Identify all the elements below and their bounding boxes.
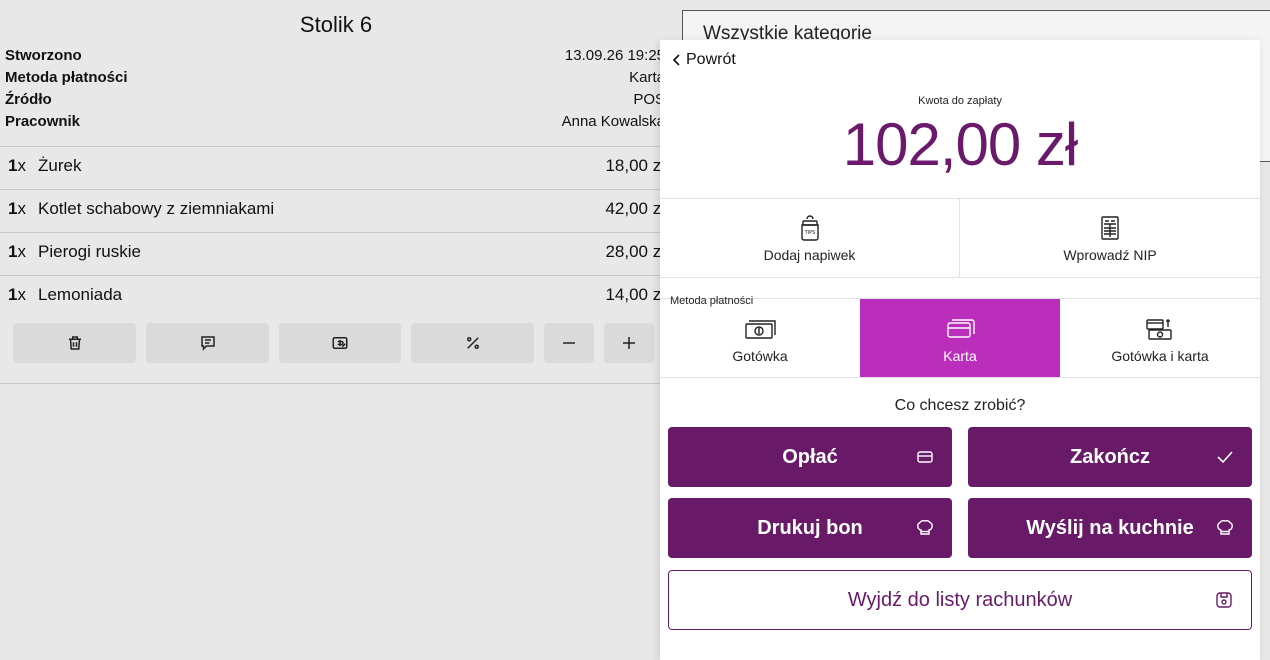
- meta-employee: Pracownik Anna Kowalska: [5, 113, 665, 135]
- add-tip-label: Dodaj napiwek: [763, 247, 856, 263]
- check-icon: [1217, 451, 1233, 464]
- payment-method-card[interactable]: Karta: [860, 299, 1060, 377]
- order-item[interactable]: 1x Pierogi ruskie 28,00 zł: [0, 233, 672, 276]
- pay-button[interactable]: Opłać: [668, 427, 952, 487]
- tips-jar-icon: TIPS: [800, 215, 819, 241]
- back-label: Powrót: [686, 51, 736, 68]
- voucher-item-button[interactable]: [279, 323, 401, 363]
- cash-and-card-icon: [1146, 319, 1172, 340]
- item-name: Pierogi ruskie: [38, 242, 141, 261]
- chef-hat-icon: [917, 519, 933, 535]
- item-quantity: 1x: [8, 156, 26, 175]
- finish-button[interactable]: Zakończ: [968, 427, 1252, 487]
- svg-text:TIPS: TIPS: [803, 230, 815, 236]
- plus-icon: [623, 337, 635, 349]
- card-icon: [917, 451, 933, 463]
- order-item[interactable]: 1x Kotlet schabowy z ziemniakami 42,00 z…: [0, 190, 672, 233]
- increase-quantity-button[interactable]: [604, 323, 654, 363]
- item-name: Żurek: [38, 156, 82, 175]
- minus-icon: [563, 342, 575, 344]
- comment-icon: [200, 336, 215, 351]
- send-to-kitchen-label: Wyślij na kuchnie: [1026, 516, 1194, 539]
- amount-value: 102,00 zł: [842, 111, 1079, 178]
- meta-source: Źródło POS: [5, 91, 665, 113]
- chef-hat-icon: [1217, 519, 1233, 535]
- amount-label: Kwota do zapłaty: [918, 95, 1002, 107]
- voucher-icon: [332, 337, 348, 349]
- divider: [660, 277, 1260, 278]
- divider: [660, 377, 1260, 378]
- enter-nip-label: Wprowadź NIP: [1063, 247, 1157, 263]
- divider: [660, 198, 1260, 199]
- cash-icon: [745, 320, 776, 339]
- order-item-selected[interactable]: 1x Lemoniada 14,00 zł: [0, 276, 672, 319]
- enter-nip-button[interactable]: Wprowadź NIP: [960, 200, 1260, 278]
- save-icon: [1216, 592, 1232, 608]
- send-to-kitchen-button[interactable]: Wyślij na kuchnie: [968, 498, 1252, 558]
- divider: [0, 383, 672, 384]
- percent-icon: [466, 337, 479, 349]
- discount-item-button[interactable]: [411, 323, 534, 363]
- item-price: 28,00 zł: [605, 242, 665, 261]
- chevron-left-icon: [672, 54, 680, 66]
- comment-item-button[interactable]: [146, 323, 269, 363]
- payment-method-cash-and-card[interactable]: Gotówka i karta: [1060, 299, 1260, 377]
- payment-method-label: Gotówka: [732, 348, 788, 364]
- item-name: Lemoniada: [38, 285, 123, 304]
- print-receipt-button[interactable]: Drukuj bon: [668, 498, 952, 558]
- meta-created: Stworzono 13.09.26 19:25: [5, 47, 665, 69]
- meta-value: 13.09.26 19:25: [564, 47, 665, 64]
- meta-label: Źródło: [5, 91, 52, 108]
- table-title: Stolik 6: [299, 12, 373, 37]
- meta-label: Pracownik: [5, 113, 81, 130]
- add-tip-button[interactable]: TIPS Dodaj napiwek: [660, 200, 959, 278]
- delete-item-button[interactable]: [13, 323, 136, 363]
- item-quantity: 1x: [8, 199, 26, 218]
- meta-payment-method: Metoda płatności Karta: [5, 69, 665, 91]
- item-name: Kotlet schabowy z ziemniakami: [38, 199, 275, 218]
- payment-method-label: Karta: [943, 348, 977, 364]
- print-receipt-label: Drukuj bon: [757, 516, 863, 539]
- card-icon: [947, 319, 975, 338]
- payment-panel: Powrót Kwota do zapłaty 102,00 zł TIPS D…: [660, 40, 1260, 660]
- item-price: 42,00 zł: [605, 199, 665, 218]
- pay-label: Opłać: [782, 445, 838, 468]
- exit-label: Wyjdź do listy rachunków: [847, 588, 1073, 611]
- decrease-quantity-button[interactable]: [544, 323, 594, 363]
- back-button[interactable]: Powrót: [672, 51, 736, 69]
- exit-to-bills-button[interactable]: Wyjdź do listy rachunków: [668, 570, 1252, 630]
- meta-label: Stworzono: [5, 47, 82, 64]
- payment-method-label: Gotówka i karta: [1111, 348, 1209, 364]
- item-quantity: 1x: [8, 285, 26, 304]
- meta-label: Metoda płatności: [5, 69, 128, 86]
- payment-method-cash[interactable]: Gotówka: [660, 299, 860, 377]
- item-quantity: 1x: [8, 242, 26, 261]
- item-price: 14,00 zł: [605, 285, 665, 304]
- receipt-icon: [1101, 216, 1119, 240]
- item-price: 18,00 zł: [605, 156, 665, 175]
- action-prompt: Co chcesz zrobić?: [894, 397, 1026, 414]
- meta-value: Anna Kowalska: [561, 113, 665, 130]
- order-panel: Stolik 6 Stworzono 13.09.26 19:25 Metoda…: [0, 0, 672, 660]
- trash-icon: [68, 336, 81, 350]
- order-item[interactable]: 1x Żurek 18,00 zł: [0, 147, 672, 190]
- finish-label: Zakończ: [1069, 445, 1151, 468]
